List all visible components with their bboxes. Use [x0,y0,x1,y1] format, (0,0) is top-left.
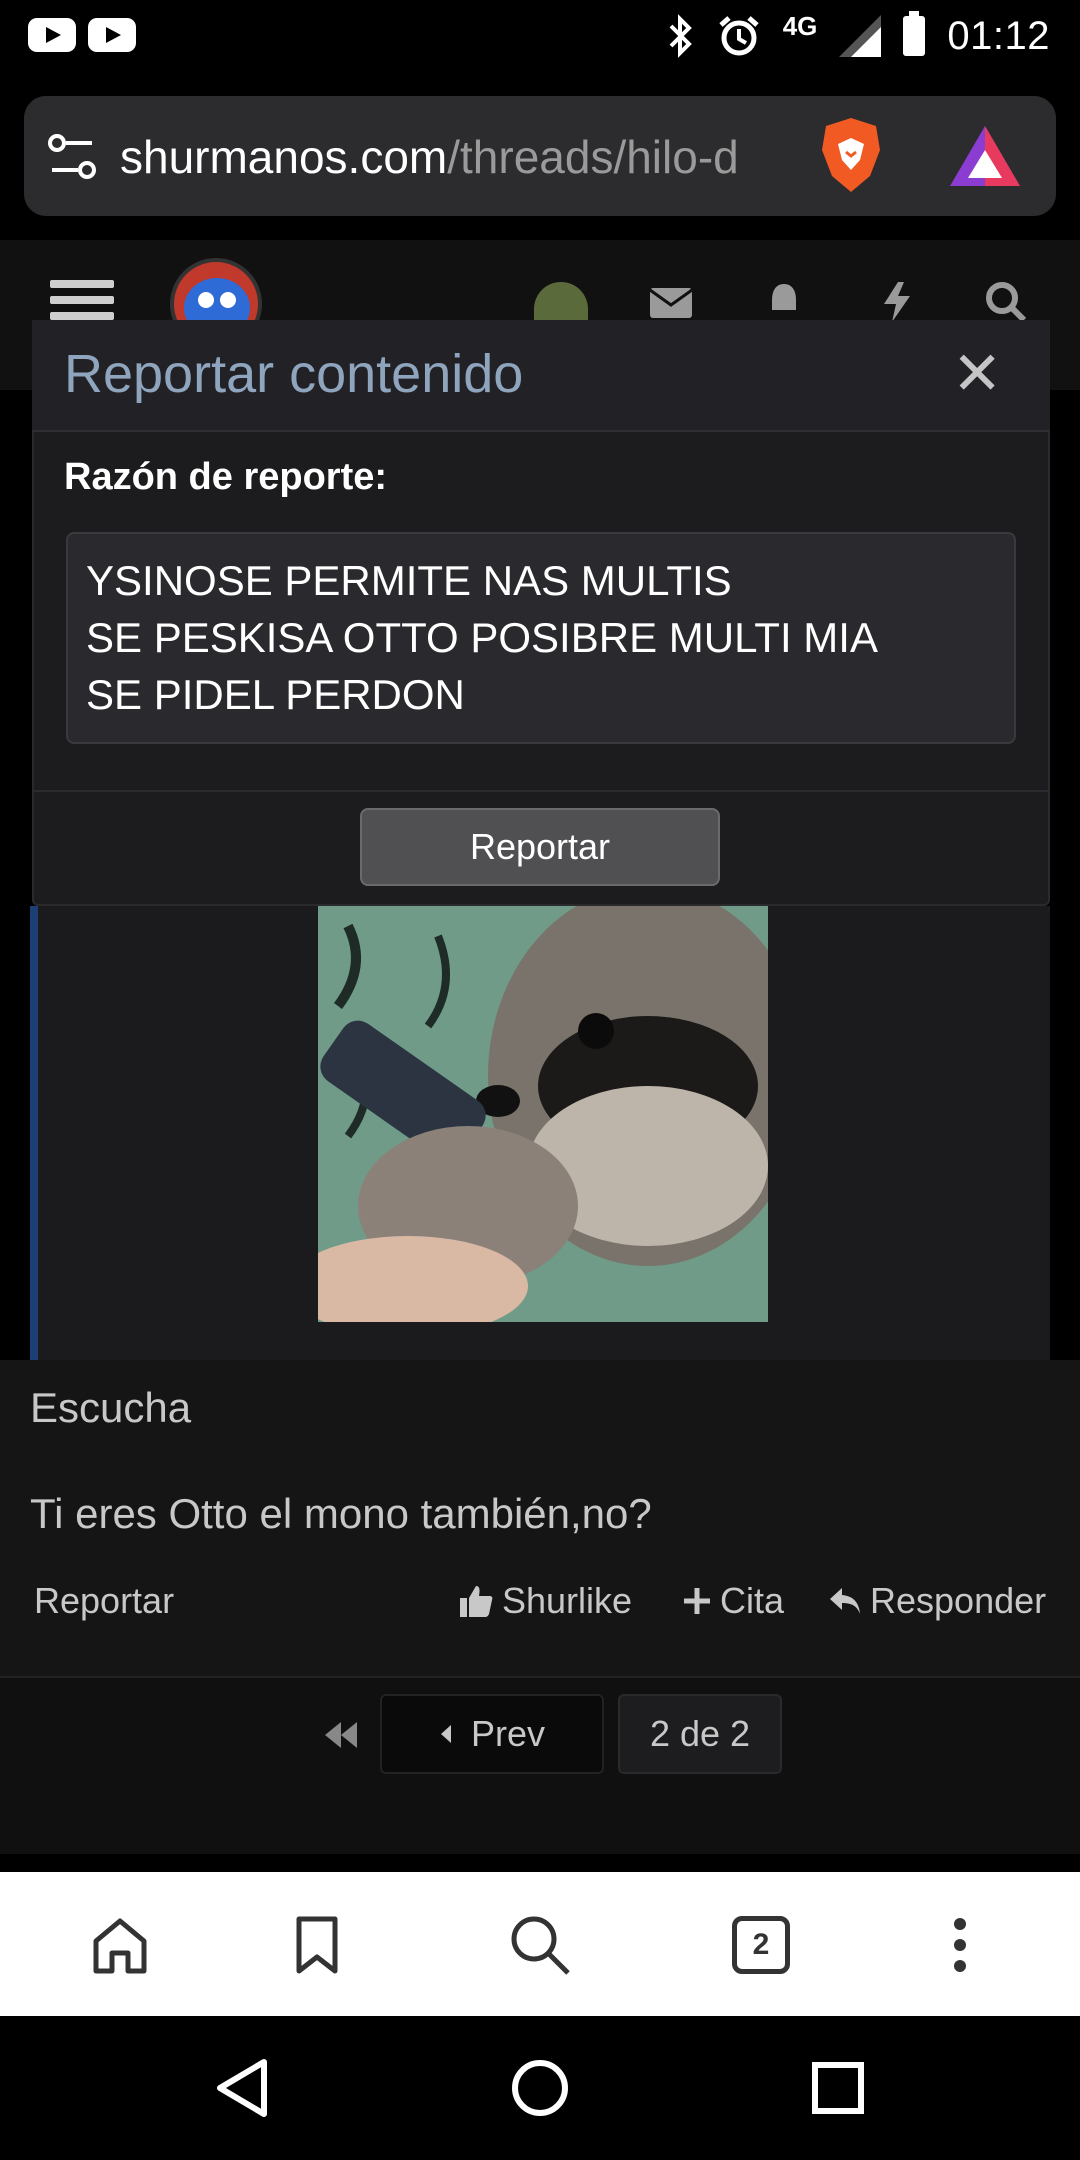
bell-icon[interactable] [764,280,804,320]
bluetooth-icon [669,14,692,58]
double-chevron-left-icon [325,1722,357,1748]
divider [32,790,1050,792]
quote-button[interactable]: Cita [682,1580,784,1622]
home-nav-button[interactable] [498,2046,582,2130]
quote-label: Cita [720,1580,785,1621]
back-button[interactable] [200,2046,284,2130]
search-icon [511,1916,570,1975]
more-vert-icon [954,1918,966,1972]
battery-icon [903,11,926,56]
report-link[interactable]: Reportar [34,1580,174,1622]
status-right: 4G 01:12 [665,8,1050,64]
signal-icon [839,15,882,57]
plus-icon [684,1588,710,1614]
bookmark-button[interactable] [272,1900,362,1990]
home-icon [93,1918,147,1974]
prev-page-button[interactable]: Prev [380,1694,604,1774]
reply-icon [830,1588,860,1614]
like-label: Shurlike [502,1580,633,1621]
reply-button[interactable]: Responder [828,1580,1046,1622]
post-actions: Reportar Shurlike Cita Responder [30,1580,1050,1636]
submit-report-button[interactable]: Reportar [360,808,720,886]
alarm-icon [719,16,759,56]
youtube-notification-icon [88,18,136,52]
url-domain: shurmanos.com [120,131,448,183]
network-type: 4G [782,10,818,41]
brave-rewards-icon[interactable] [948,124,1022,188]
url-path: /threads/hilo-d [447,131,739,183]
prev-label: Prev [470,1713,546,1754]
lightning-icon[interactable] [880,280,914,322]
thumbs-up-icon [460,1586,493,1617]
recents-square-icon [812,2062,864,2114]
reason-textarea[interactable]: YSINOSE PERMITE NAS MULTIS SE PESKISA OT… [66,532,1016,744]
post-text: Escucha [30,1384,192,1431]
chevron-left-icon [440,1725,451,1743]
mail-icon[interactable] [648,286,694,320]
more-menu-button[interactable] [915,1900,1005,1990]
tab-count: 2 [732,1916,790,1974]
home-circle-icon [512,2060,568,2116]
report-label: Reportar [34,1580,175,1621]
reply-label: Responder [870,1580,1047,1621]
back-triangle-icon [217,2059,267,2117]
clock: 01:12 [947,13,1050,58]
url-text[interactable]: shurmanos.com/threads/hilo-d [120,130,790,184]
first-page-button[interactable] [306,1710,376,1760]
close-icon[interactable]: ✕ [952,344,1002,404]
like-button[interactable]: Shurlike [458,1580,632,1622]
post-text: Ti eres Otto el mono también,no? [30,1490,652,1537]
bookmark-icon [296,1916,338,1974]
modal-title: Reportar contenido [64,344,524,404]
tabs-button[interactable]: 2 [716,1900,806,1990]
raccoon-image [318,906,768,1322]
page-indicator[interactable]: 2 de 2 [618,1694,782,1774]
search-button[interactable] [495,1900,585,1990]
recents-button[interactable] [796,2046,880,2130]
search-icon[interactable] [984,280,1028,324]
youtube-notification-icon [28,18,76,52]
home-button[interactable] [75,1900,165,1990]
brave-shields-icon[interactable] [818,116,884,194]
reason-label: Razón de reporte: [64,456,388,498]
menu-icon[interactable] [50,280,114,320]
site-settings-icon[interactable] [48,134,96,180]
